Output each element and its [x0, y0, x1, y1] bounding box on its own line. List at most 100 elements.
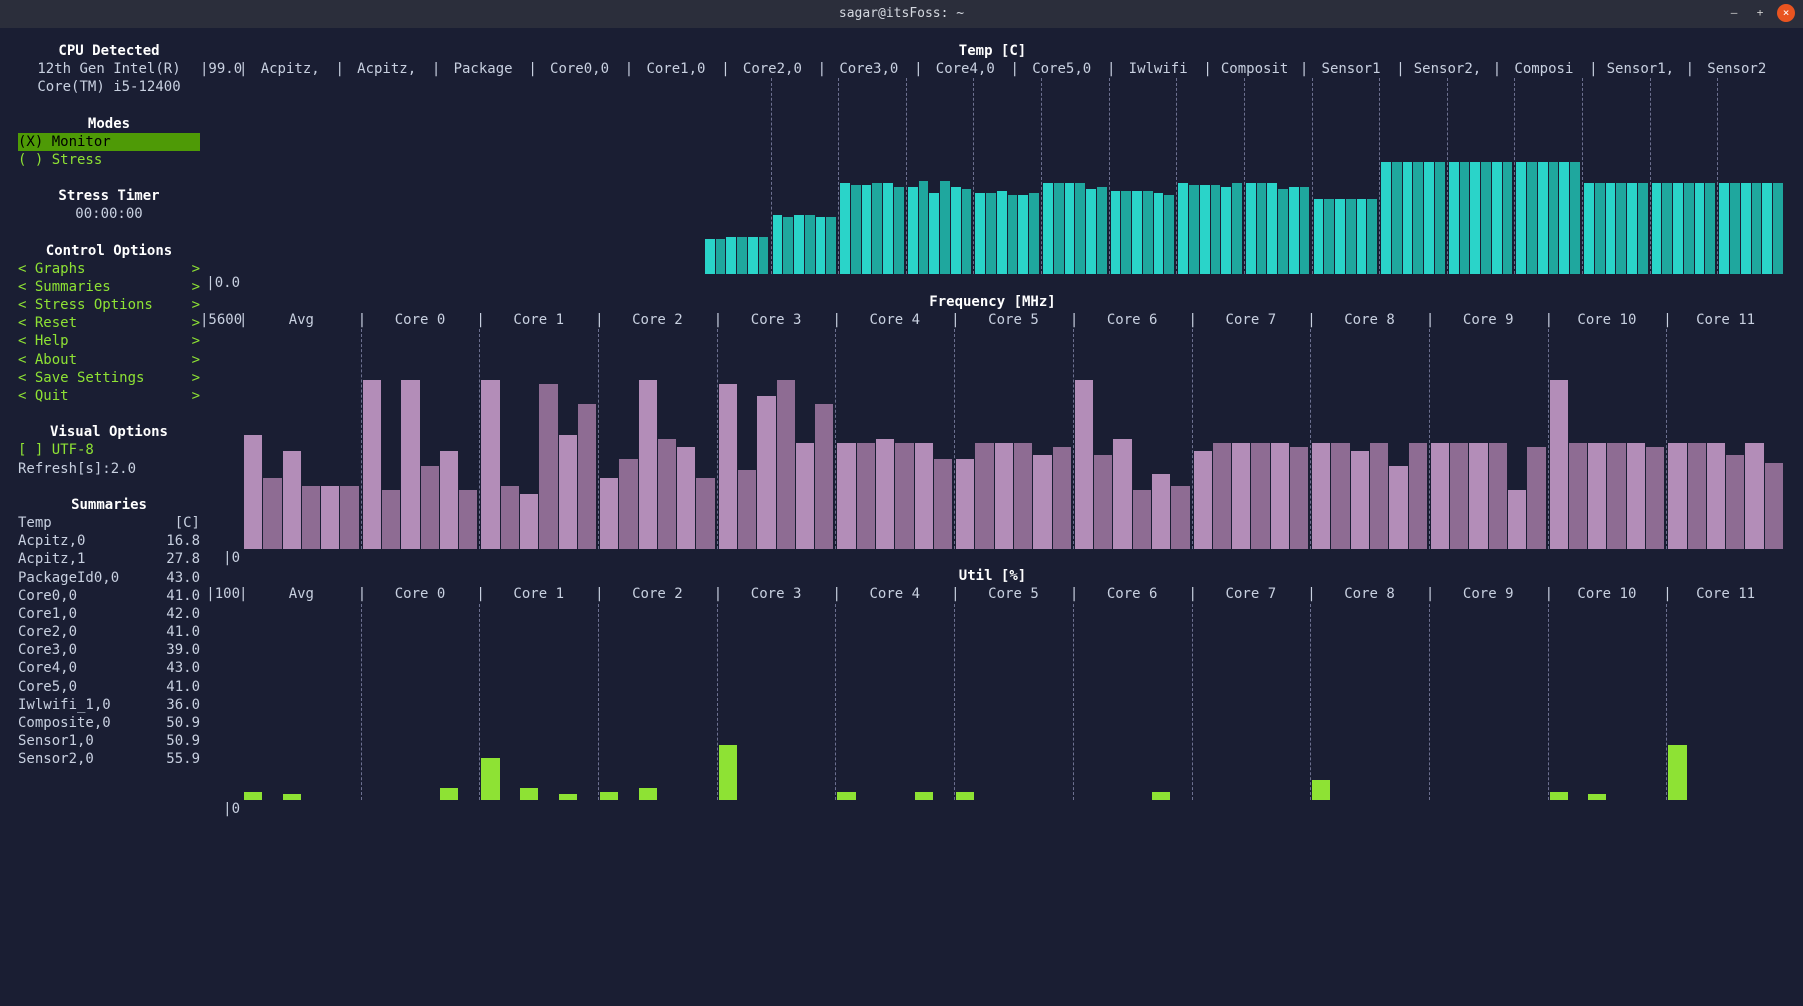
bar: [1616, 183, 1626, 274]
bar: [1132, 191, 1142, 274]
utf8-toggle[interactable]: [ ] UTF-8: [18, 441, 200, 459]
bar: [1278, 189, 1288, 274]
bar: [600, 792, 618, 800]
control-item-label: < Reset: [18, 314, 77, 332]
control-item-label: < Quit: [18, 387, 69, 405]
summary-name: Core2,0: [18, 623, 77, 641]
graph-title-util: Util [%]: [200, 567, 1785, 585]
bar: [1113, 439, 1131, 549]
bar: [1251, 443, 1269, 549]
bar: [997, 191, 1007, 274]
graph-slot: [835, 604, 954, 800]
column-label: Iwlwifi: [1110, 60, 1206, 78]
graph-labels-util: AvgCore 0Core 1Core 2Core 3Core 4Core 5C…: [242, 585, 1785, 603]
bar: [639, 380, 657, 549]
summary-row: Acpitz,0 16.8: [18, 532, 200, 550]
column-label: Core 6: [1073, 585, 1192, 603]
column-label: Core 0: [361, 311, 480, 329]
control-item-label: < Stress Options: [18, 296, 153, 314]
graph-slot: [361, 604, 480, 800]
bar: [1684, 183, 1694, 274]
bar: [1469, 443, 1487, 549]
bar: [1289, 187, 1299, 274]
bar: [1450, 443, 1468, 549]
bar: [1324, 199, 1334, 274]
bar: [1075, 380, 1093, 549]
stress-timer-heading: Stress Timer: [18, 187, 200, 205]
column-label: Acpitz,: [242, 60, 338, 78]
bar: [1086, 189, 1096, 274]
bar: [1449, 162, 1459, 275]
window-minimize-icon[interactable]: —: [1725, 4, 1743, 22]
bar: [1741, 183, 1751, 274]
bar: [677, 447, 695, 549]
bar: [1527, 447, 1545, 549]
control-item[interactable]: < Quit>: [18, 387, 200, 405]
control-item-chevron: >: [192, 314, 200, 332]
window-close-icon[interactable]: ×: [1777, 4, 1795, 22]
summary-name: Acpitz,0: [18, 532, 85, 550]
column-label: Package: [435, 60, 531, 78]
bar: [1152, 474, 1170, 549]
visual-options-heading: Visual Options: [18, 423, 200, 441]
bar: [1695, 183, 1705, 274]
bar: [1538, 162, 1548, 275]
summary-value: 16.8: [166, 532, 200, 550]
column-label: Core2,0: [724, 60, 820, 78]
summary-row: Sensor2,055.9: [18, 750, 200, 768]
control-item-chevron: >: [192, 278, 200, 296]
column-label: Core 11: [1666, 585, 1785, 603]
bar: [1646, 447, 1664, 549]
graph-slot: [1650, 78, 1718, 274]
bar: [1314, 199, 1324, 274]
summary-row: Composite,050.9: [18, 714, 200, 732]
bar: [1094, 455, 1112, 549]
column-label: Core 9: [1429, 585, 1548, 603]
bar: [440, 788, 458, 800]
bar: [794, 215, 804, 274]
mode-monitor[interactable]: (X) Monitor: [18, 133, 200, 151]
bar: [501, 486, 519, 549]
bar: [559, 794, 577, 800]
mode-stress[interactable]: ( ) Stress: [18, 151, 200, 169]
control-item[interactable]: < About>: [18, 351, 200, 369]
graph-slot: [598, 604, 717, 800]
control-item[interactable]: < Graphs>: [18, 260, 200, 278]
summary-name: Sensor2,0: [18, 750, 94, 768]
summary-name: Iwlwifi_1,0: [18, 696, 111, 714]
summary-row: Core4,043.0: [18, 659, 200, 677]
control-item[interactable]: < Summaries>: [18, 278, 200, 296]
column-label: Core 4: [835, 311, 954, 329]
bar: [1481, 162, 1491, 275]
cpu-detected-heading: CPU Detected: [18, 42, 200, 60]
summary-row: Core3,039.0: [18, 641, 200, 659]
control-item[interactable]: < Stress Options>: [18, 296, 200, 314]
bar: [748, 237, 758, 275]
control-item[interactable]: < Reset >: [18, 314, 200, 332]
bar: [1424, 162, 1434, 275]
bar: [1705, 183, 1715, 274]
bar: [1752, 183, 1762, 274]
graph-slot: [1073, 604, 1192, 800]
bar: [738, 470, 756, 549]
bar: [995, 443, 1013, 549]
bar: [578, 404, 596, 549]
bar: [1627, 443, 1645, 549]
bar: [816, 217, 826, 274]
bar: [1460, 162, 1470, 275]
refresh-setting[interactable]: Refresh[s]:2.0: [18, 460, 200, 478]
column-label: Avg: [242, 311, 361, 329]
bar: [1503, 162, 1513, 275]
graph-slot: [835, 329, 954, 549]
graph-slot: [1109, 78, 1177, 274]
graph-slot: [1073, 329, 1192, 549]
bar: [773, 215, 783, 274]
window-maximize-icon[interactable]: +: [1751, 4, 1769, 22]
bar: [1346, 199, 1356, 274]
bar: [716, 239, 726, 275]
bar: [956, 792, 974, 800]
control-item[interactable]: < Save Settings>: [18, 369, 200, 387]
graph-slot: [1041, 78, 1109, 274]
summary-name: Core0,0: [18, 587, 77, 605]
control-item[interactable]: < Help>: [18, 332, 200, 350]
